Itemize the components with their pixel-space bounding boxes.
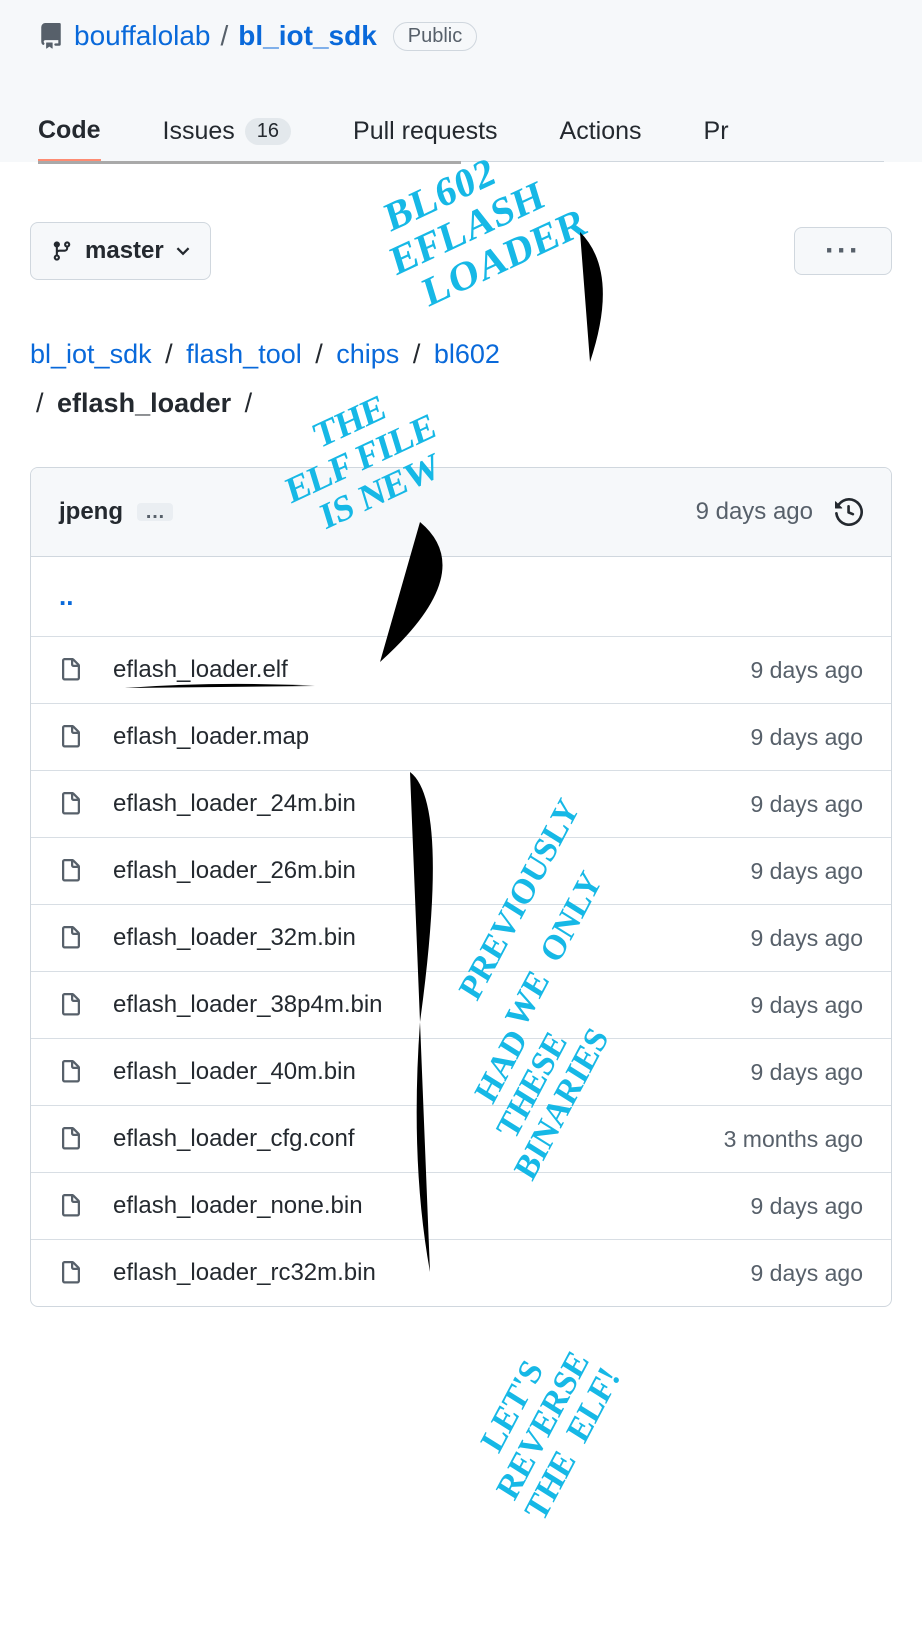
repo-link[interactable]: bl_iot_sdk bbox=[238, 20, 376, 52]
file-date: 9 days ago bbox=[750, 1193, 863, 1220]
branch-select-button[interactable]: master bbox=[30, 222, 211, 280]
file-icon bbox=[59, 1191, 83, 1221]
file-icon bbox=[59, 1258, 83, 1288]
commit-date: 9 days ago bbox=[696, 498, 813, 526]
tab-issues-label: Issues bbox=[163, 117, 235, 146]
parent-dir-dots: .. bbox=[59, 581, 73, 612]
annotation-lets-reverse-elf: LET'SREVERSETHE ELF! bbox=[459, 1324, 628, 1528]
file-name-link[interactable]: eflash_loader_none.bin bbox=[113, 1192, 720, 1220]
table-row: eflash_loader.elf 9 days ago bbox=[31, 637, 891, 704]
file-icon bbox=[59, 789, 83, 819]
tab-pull-requests[interactable]: Pull requests bbox=[353, 103, 498, 160]
file-name-link[interactable]: eflash_loader_cfg.conf bbox=[113, 1125, 694, 1153]
file-listing: jpeng … 9 days ago .. eflash_loader.elf 9… bbox=[30, 467, 892, 1307]
tab-code[interactable]: Code bbox=[38, 102, 101, 162]
file-name-link[interactable]: eflash_loader_rc32m.bin bbox=[113, 1259, 720, 1287]
file-date: 9 days ago bbox=[750, 1260, 863, 1287]
file-date: 9 days ago bbox=[750, 724, 863, 751]
breadcrumb: bl_iot_sdk / flash_tool / chips / bl602 … bbox=[30, 330, 892, 427]
commit-message-expand[interactable]: … bbox=[137, 503, 173, 521]
file-icon bbox=[59, 856, 83, 886]
table-row: eflash_loader_none.bin 9 days ago bbox=[31, 1173, 891, 1240]
path-separator: / bbox=[413, 339, 421, 369]
file-date: 9 days ago bbox=[750, 858, 863, 885]
file-date: 9 days ago bbox=[750, 1059, 863, 1086]
chevron-down-icon bbox=[176, 246, 190, 256]
breadcrumb-link[interactable]: chips bbox=[336, 339, 399, 369]
visibility-badge: Public bbox=[393, 22, 477, 51]
file-icon bbox=[59, 1124, 83, 1154]
repo-icon bbox=[38, 21, 64, 51]
path-separator: / bbox=[36, 388, 44, 418]
file-name-link[interactable]: eflash_loader.map bbox=[113, 723, 720, 751]
file-name-link[interactable]: eflash_loader_38p4m.bin bbox=[113, 991, 720, 1019]
breadcrumb-current: eflash_loader bbox=[57, 388, 231, 418]
tab-issues[interactable]: Issues 16 bbox=[163, 103, 292, 160]
file-name-link[interactable]: eflash_loader_24m.bin bbox=[113, 790, 720, 818]
file-name-link[interactable]: eflash_loader.elf bbox=[113, 656, 720, 684]
file-date: 9 days ago bbox=[750, 992, 863, 1019]
file-name-link[interactable]: eflash_loader_32m.bin bbox=[113, 924, 720, 952]
path-separator: / bbox=[165, 339, 173, 369]
tab-projects-partial[interactable]: Pr bbox=[704, 103, 729, 160]
file-date: 9 days ago bbox=[750, 925, 863, 952]
more-button[interactable]: ··· bbox=[794, 227, 892, 275]
history-icon[interactable] bbox=[835, 498, 863, 526]
parent-directory-link[interactable]: .. bbox=[31, 557, 891, 637]
branch-name: master bbox=[85, 237, 164, 265]
table-row: eflash_loader_40m.bin 9 days ago bbox=[31, 1039, 891, 1106]
table-row: eflash_loader_38p4m.bin 9 days ago bbox=[31, 972, 891, 1039]
file-icon bbox=[59, 655, 83, 685]
table-row: eflash_loader_24m.bin 9 days ago bbox=[31, 771, 891, 838]
file-icon bbox=[59, 990, 83, 1020]
breadcrumb-link[interactable]: bl_iot_sdk bbox=[30, 339, 152, 369]
file-date: 9 days ago bbox=[750, 791, 863, 818]
table-row: eflash_loader.map 9 days ago bbox=[31, 704, 891, 771]
git-branch-icon bbox=[51, 240, 73, 262]
file-date: 3 months ago bbox=[724, 1126, 863, 1153]
tab-actions[interactable]: Actions bbox=[560, 103, 642, 160]
file-date: 9 days ago bbox=[750, 657, 863, 684]
path-separator: / bbox=[245, 388, 253, 418]
file-name-link[interactable]: eflash_loader_26m.bin bbox=[113, 857, 720, 885]
table-row: eflash_loader_32m.bin 9 days ago bbox=[31, 905, 891, 972]
file-icon bbox=[59, 1057, 83, 1087]
table-row: eflash_loader_26m.bin 9 days ago bbox=[31, 838, 891, 905]
breadcrumb-link[interactable]: flash_tool bbox=[186, 339, 302, 369]
file-icon bbox=[59, 923, 83, 953]
breadcrumb-link[interactable]: bl602 bbox=[434, 339, 500, 369]
table-row: eflash_loader_rc32m.bin 9 days ago bbox=[31, 1240, 891, 1306]
issues-count: 16 bbox=[245, 118, 291, 145]
table-row: eflash_loader_cfg.conf 3 months ago bbox=[31, 1106, 891, 1173]
commit-author[interactable]: jpeng bbox=[59, 498, 123, 526]
path-separator: / bbox=[315, 339, 323, 369]
owner-link[interactable]: bouffalolab bbox=[74, 20, 211, 52]
path-separator: / bbox=[221, 20, 229, 52]
file-name-link[interactable]: eflash_loader_40m.bin bbox=[113, 1058, 720, 1086]
file-icon bbox=[59, 722, 83, 752]
